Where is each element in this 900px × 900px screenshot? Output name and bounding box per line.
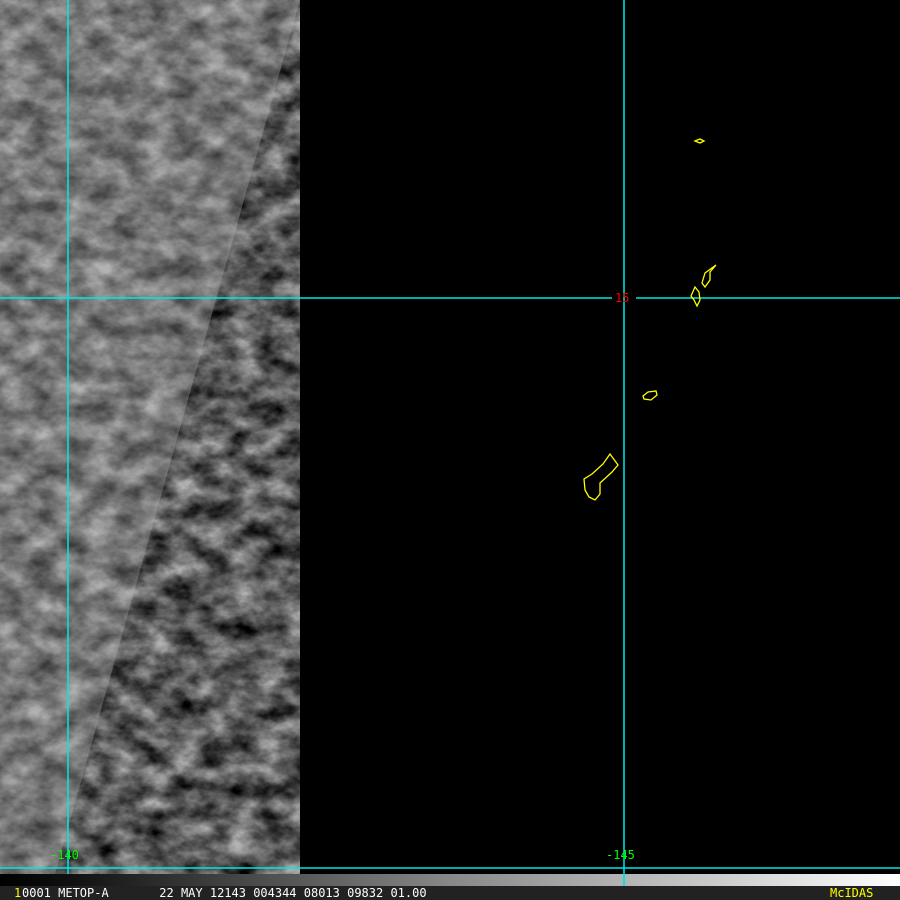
island-guam (583, 452, 619, 501)
map-canvas (0, 0, 900, 874)
status-bar: 1 0001 METOP-A 22 MAY 12143 004344 08013… (0, 886, 900, 900)
mcidas-brand: McIDAS (830, 886, 874, 900)
longitude-label-140: -140 (50, 848, 79, 862)
latitude-label: 15 (615, 291, 630, 305)
frame-number: 1 (14, 886, 22, 900)
longitude-label-145: -145 (606, 848, 635, 862)
island-tinian (690, 285, 701, 308)
image-info: 0001 METOP-A 22 MAY 12143 004344 08013 0… (22, 886, 427, 900)
grayscale-colorbar (0, 874, 900, 886)
island-rota (642, 390, 658, 401)
satellite-image-display: 15 -140 -145 1 0001 METOP-A 22 MAY 12143… (0, 0, 900, 900)
cloud-texture (0, 0, 300, 874)
longitude-line-tick (623, 874, 625, 886)
island-saipan (701, 264, 717, 289)
island-anatahan (693, 138, 706, 144)
